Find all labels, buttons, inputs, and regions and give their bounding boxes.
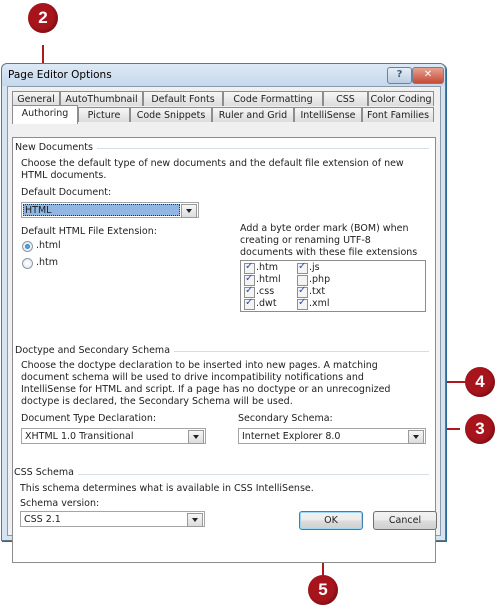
tab-intellisense[interactable]: IntelliSense: [294, 107, 362, 122]
chevron-down-icon[interactable]: [408, 430, 424, 444]
radio-htm[interactable]: [22, 258, 33, 269]
chevron-down-icon[interactable]: [188, 430, 204, 444]
chevron-down-icon[interactable]: [181, 204, 197, 218]
tab-default-fonts[interactable]: Default Fonts: [143, 91, 223, 106]
new-documents-group-label: New Documents: [15, 142, 97, 153]
css-schema-group-label: CSS Schema: [14, 467, 78, 478]
default-document-dropdown[interactable]: HTML: [21, 202, 199, 218]
title-bar[interactable]: Page Editor Options ? ✕: [2, 64, 445, 86]
group-divider: [19, 474, 429, 475]
tab-general[interactable]: General: [12, 91, 60, 106]
tab-color-coding[interactable]: Color Coding: [368, 91, 434, 106]
doctype-label: Document Type Declaration:: [21, 413, 157, 424]
doctype-dropdown[interactable]: XHTML 1.0 Transitional: [21, 428, 206, 444]
dialog-body: General AutoThumbnail Default Fonts Code…: [7, 86, 441, 563]
tab-code-snippets[interactable]: Code Snippets: [130, 107, 212, 122]
help-icon: ?: [396, 69, 403, 80]
doctype-group-label: Doctype and Secondary Schema: [15, 345, 175, 356]
radio-html[interactable]: [22, 241, 33, 252]
checkbox-js[interactable]: [297, 261, 308, 274]
tab-autothumbnail[interactable]: AutoThumbnail: [60, 91, 143, 106]
tab-code-formatting[interactable]: Code Formatting: [223, 91, 323, 106]
cancel-button[interactable]: Cancel: [373, 511, 437, 530]
chevron-down-icon[interactable]: [187, 513, 203, 527]
tab-font-families[interactable]: Font Families: [362, 107, 434, 122]
css-schema-description: This schema determines what is available…: [20, 483, 314, 494]
callout-2: 2: [28, 3, 58, 33]
callout-4: 4: [465, 367, 495, 397]
ok-button[interactable]: OK: [299, 511, 363, 530]
schema-version-dropdown[interactable]: CSS 2.1: [20, 511, 205, 527]
bom-extensions-list: .htm .html .css .dwt .js .php .txt .xml: [240, 260, 426, 312]
extension-label: Default HTML File Extension:: [21, 226, 157, 237]
secondary-schema-dropdown[interactable]: Internet Explorer 8.0: [238, 428, 426, 444]
help-button[interactable]: ?: [387, 67, 412, 84]
close-button[interactable]: ✕: [412, 67, 444, 84]
doctype-value: XHTML 1.0 Transitional: [25, 431, 134, 442]
doctype-description: Choose the doctype declaration to be ins…: [21, 360, 391, 407]
tab-authoring[interactable]: Authoring: [12, 105, 78, 124]
default-document-value: HTML: [25, 205, 52, 216]
page-editor-options-dialog: Page Editor Options ? ✕ General AutoThum…: [1, 63, 446, 563]
bom-label: Add a byte order mark (BOM) when creatin…: [240, 223, 418, 258]
schema-version-value: CSS 2.1: [24, 514, 61, 525]
schema-version-label: Schema version:: [20, 498, 100, 509]
secondary-schema-value: Internet Explorer 8.0: [242, 431, 341, 442]
new-documents-description: Choose the default type of new documents…: [21, 158, 404, 181]
tab-picture[interactable]: Picture: [78, 107, 130, 122]
secondary-schema-label: Secondary Schema:: [238, 413, 333, 424]
radio-htm-label[interactable]: .htm: [36, 257, 58, 269]
tab-css[interactable]: CSS: [323, 91, 368, 106]
radio-html-label[interactable]: .html: [36, 240, 61, 252]
tab-ruler-and-grid[interactable]: Ruler and Grid: [212, 107, 294, 122]
close-icon: ✕: [423, 69, 433, 80]
checkbox-xml[interactable]: [297, 297, 308, 310]
dialog-title: Page Editor Options: [8, 69, 112, 81]
checkbox-dwt[interactable]: [244, 297, 255, 310]
callout-3: 3: [465, 414, 495, 444]
default-document-label: Default Document:: [21, 187, 112, 198]
callout-5: 5: [308, 575, 338, 605]
